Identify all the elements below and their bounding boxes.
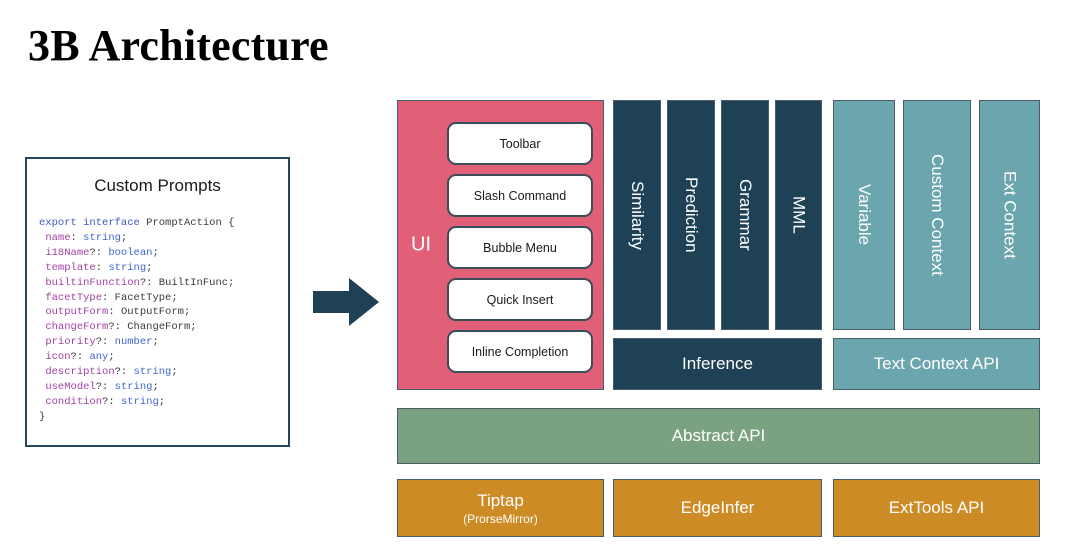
code-token: i18Name bbox=[45, 246, 90, 259]
inference-api-bar[interactable]: Inference bbox=[613, 338, 822, 390]
ui-item-quick-insert[interactable]: Quick Insert bbox=[447, 278, 593, 321]
code-token: ; bbox=[108, 351, 115, 364]
foundation-edgeinfer[interactable]: EdgeInfer bbox=[613, 479, 822, 537]
code-token: OutputForm bbox=[120, 306, 184, 319]
custom-prompts-title: Custom Prompts bbox=[94, 176, 221, 195]
code-token: ; bbox=[152, 336, 159, 349]
context-column-ext-context[interactable]: Ext Context bbox=[979, 100, 1040, 330]
ui-layer-label: UI bbox=[411, 233, 431, 256]
text-context-api-bar[interactable]: Text Context API bbox=[833, 338, 1040, 390]
ui-item-inline-completion[interactable]: Inline Completion bbox=[447, 330, 593, 373]
code-token: ; bbox=[171, 366, 178, 379]
code-token: ?: bbox=[89, 246, 109, 259]
code-token: condition bbox=[45, 395, 103, 408]
code-token: priority bbox=[45, 336, 96, 349]
code-token: number bbox=[114, 336, 153, 349]
context-column-custom-context[interactable]: Custom Context bbox=[903, 100, 971, 330]
code-token: : bbox=[102, 291, 115, 304]
code-token: ?: bbox=[95, 380, 115, 393]
code-token: facetType bbox=[45, 291, 103, 304]
inference-column-grammar[interactable]: Grammar bbox=[721, 100, 769, 330]
page-title: 3B Architecture bbox=[28, 21, 329, 70]
code-token: template bbox=[45, 261, 96, 274]
code-token: ; bbox=[152, 380, 159, 393]
code-token: string bbox=[114, 380, 153, 393]
code-token: outputForm bbox=[45, 306, 109, 319]
code-token: FacetType bbox=[114, 291, 172, 304]
ui-item-toolbar[interactable]: Toolbar bbox=[447, 122, 593, 165]
code-token: ; bbox=[146, 261, 153, 274]
code-token: ?: bbox=[139, 276, 159, 289]
code-token: string bbox=[108, 261, 147, 274]
code-token: { bbox=[221, 217, 235, 229]
code-token: ; bbox=[228, 276, 235, 289]
code-token: changeForm bbox=[45, 321, 109, 334]
code-token: ?: bbox=[95, 336, 115, 349]
code-token: ; bbox=[190, 321, 197, 334]
code-token: interface bbox=[83, 217, 140, 229]
code-token: ; bbox=[158, 395, 166, 408]
code-token: builtinFunction bbox=[45, 276, 140, 289]
inference-column-mml[interactable]: MML bbox=[775, 100, 822, 330]
ui-item-slash-command[interactable]: Slash Command bbox=[447, 174, 593, 217]
ui-item-bubble-menu[interactable]: Bubble Menu bbox=[447, 226, 593, 269]
code-token: icon bbox=[45, 351, 71, 364]
abstract-api-bar[interactable]: Abstract API bbox=[397, 408, 1040, 464]
foundation-tiptap[interactable]: Tiptap (ProrseMirror) bbox=[397, 479, 604, 537]
code-token: ?: bbox=[108, 321, 128, 334]
prompt-action-code-snippet: export interface PromptAction { name: st… bbox=[39, 216, 288, 425]
foundation-exttools-api[interactable]: ExtTools API bbox=[833, 479, 1040, 537]
inference-column-prediction[interactable]: Prediction bbox=[667, 100, 715, 330]
context-column-variable[interactable]: Variable bbox=[833, 100, 895, 330]
code-token: ?: bbox=[114, 366, 134, 379]
code-token: PromptAction bbox=[146, 217, 222, 229]
custom-prompts-card: Custom Prompts export interface PromptAc… bbox=[25, 157, 290, 447]
code-token: string bbox=[120, 395, 159, 408]
code-token: ChangeForm bbox=[127, 321, 191, 334]
code-token: string bbox=[83, 231, 121, 244]
right-arrow-icon bbox=[313, 276, 381, 328]
code-token: description bbox=[45, 366, 115, 379]
code-token: : bbox=[95, 261, 109, 274]
code-token: any bbox=[89, 351, 109, 364]
code-token: ; bbox=[171, 291, 178, 304]
code-token: BuiltInFunc bbox=[158, 276, 229, 289]
code-token: ?: bbox=[70, 351, 90, 364]
code-token: export bbox=[39, 217, 77, 229]
code-token: useModel bbox=[45, 380, 96, 393]
code-token: ?: bbox=[102, 395, 121, 408]
code-token: } bbox=[39, 410, 46, 423]
code-token: ; bbox=[152, 246, 159, 259]
code-token: ; bbox=[120, 231, 128, 244]
code-token: : bbox=[70, 231, 84, 244]
code-token: boolean bbox=[108, 246, 153, 259]
code-token: : bbox=[108, 306, 121, 319]
code-token: string bbox=[133, 366, 172, 379]
code-token: name bbox=[45, 231, 71, 244]
inference-column-similarity[interactable]: Similarity bbox=[613, 100, 661, 330]
foundation-tiptap-label: Tiptap bbox=[477, 490, 524, 510]
foundation-tiptap-sublabel: (ProrseMirror) bbox=[463, 511, 538, 526]
ui-layer-panel: UI Toolbar Slash Command Bubble Menu Qui… bbox=[397, 100, 604, 390]
code-token: ; bbox=[183, 306, 191, 319]
